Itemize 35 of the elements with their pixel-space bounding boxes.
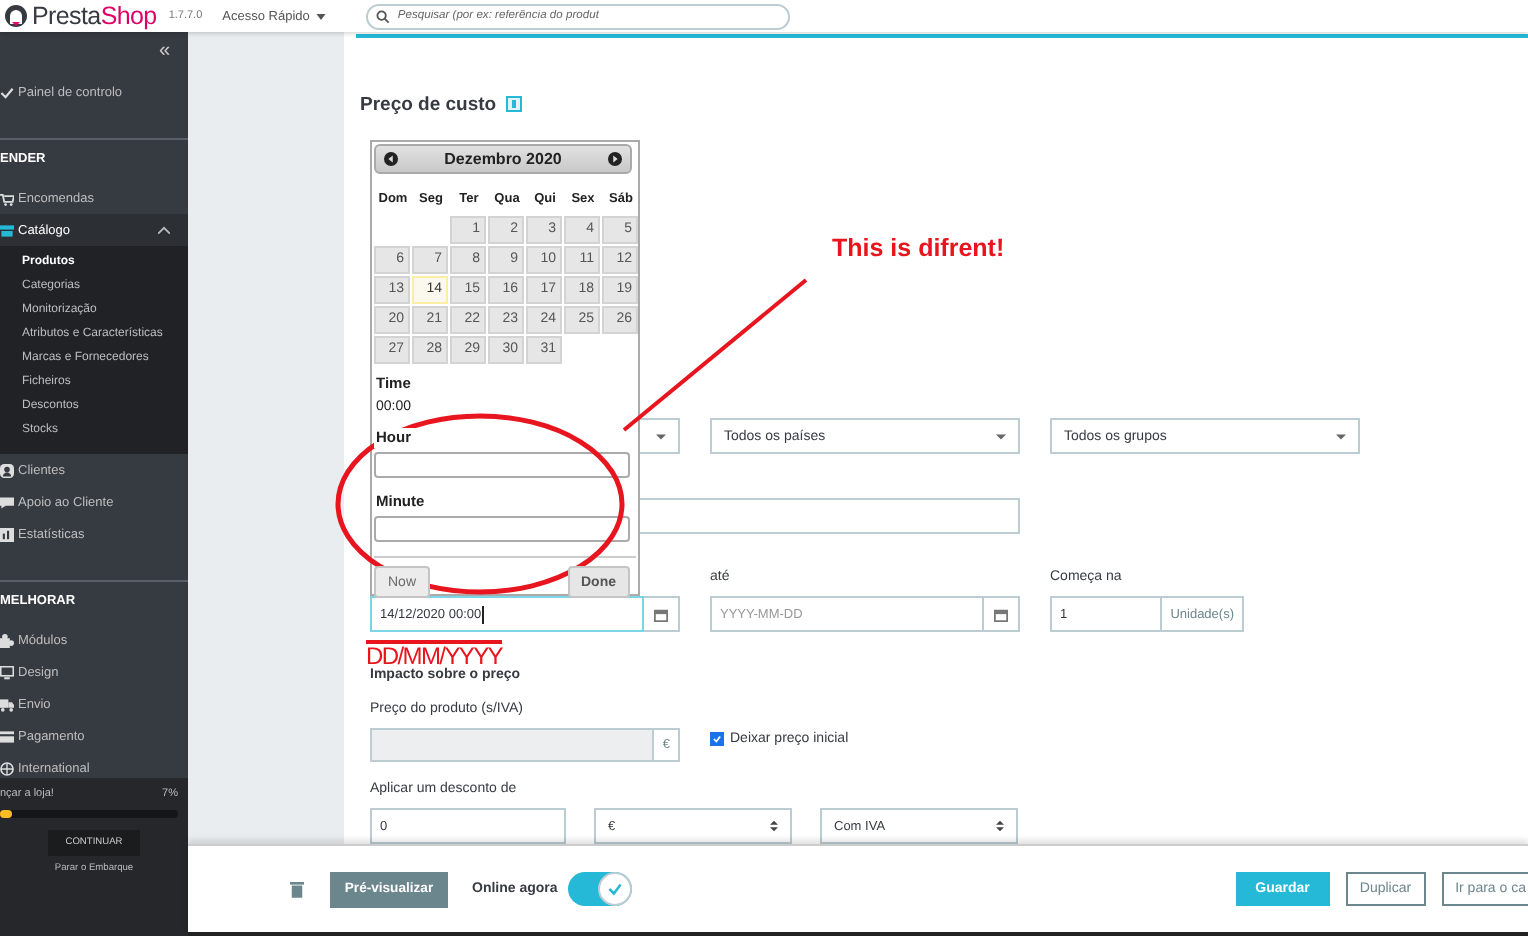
- calendar-icon: [994, 607, 1008, 621]
- hour-field[interactable]: [374, 452, 630, 478]
- calendar-button[interactable]: [984, 596, 1020, 632]
- calendar-button[interactable]: [644, 596, 680, 632]
- brand-name: PrestaShop: [32, 2, 157, 30]
- month-title: Dezembro 2020: [442, 150, 564, 168]
- caret-icon: [996, 433, 1006, 439]
- annotation-text: This is difrent!: [832, 234, 1005, 262]
- search-icon: [375, 9, 390, 23]
- trash-icon[interactable]: [290, 880, 304, 898]
- sort-caret-icon: [996, 820, 1004, 832]
- globe-icon: [0, 761, 14, 775]
- caret-icon: [656, 433, 666, 439]
- store-icon: [0, 223, 14, 237]
- help-icon[interactable]: [506, 96, 523, 112]
- truck-icon: [0, 697, 14, 711]
- section-title: Preço de custo: [360, 93, 497, 115]
- minute-field[interactable]: [374, 516, 630, 542]
- puzzle-icon: [0, 633, 14, 647]
- annotation-text: DD/MM/YYYY: [366, 640, 503, 668]
- caret-icon: [315, 13, 326, 19]
- next-icon[interactable]: [608, 152, 622, 166]
- cart-icon: [0, 191, 14, 205]
- caret-icon: [1336, 433, 1346, 439]
- online-toggle[interactable]: [567, 872, 632, 906]
- check-icon: [712, 734, 722, 744]
- monitor-icon: [0, 665, 14, 679]
- check-icon: [0, 85, 14, 99]
- check-icon: [605, 880, 624, 898]
- checkbox[interactable]: [710, 732, 724, 746]
- calendar-icon: [654, 607, 668, 621]
- collapse-button[interactable]: «: [158, 42, 188, 62]
- sort-caret-icon: [770, 820, 778, 832]
- chat-icon: [0, 495, 14, 509]
- previous-icon[interactable]: [384, 152, 398, 166]
